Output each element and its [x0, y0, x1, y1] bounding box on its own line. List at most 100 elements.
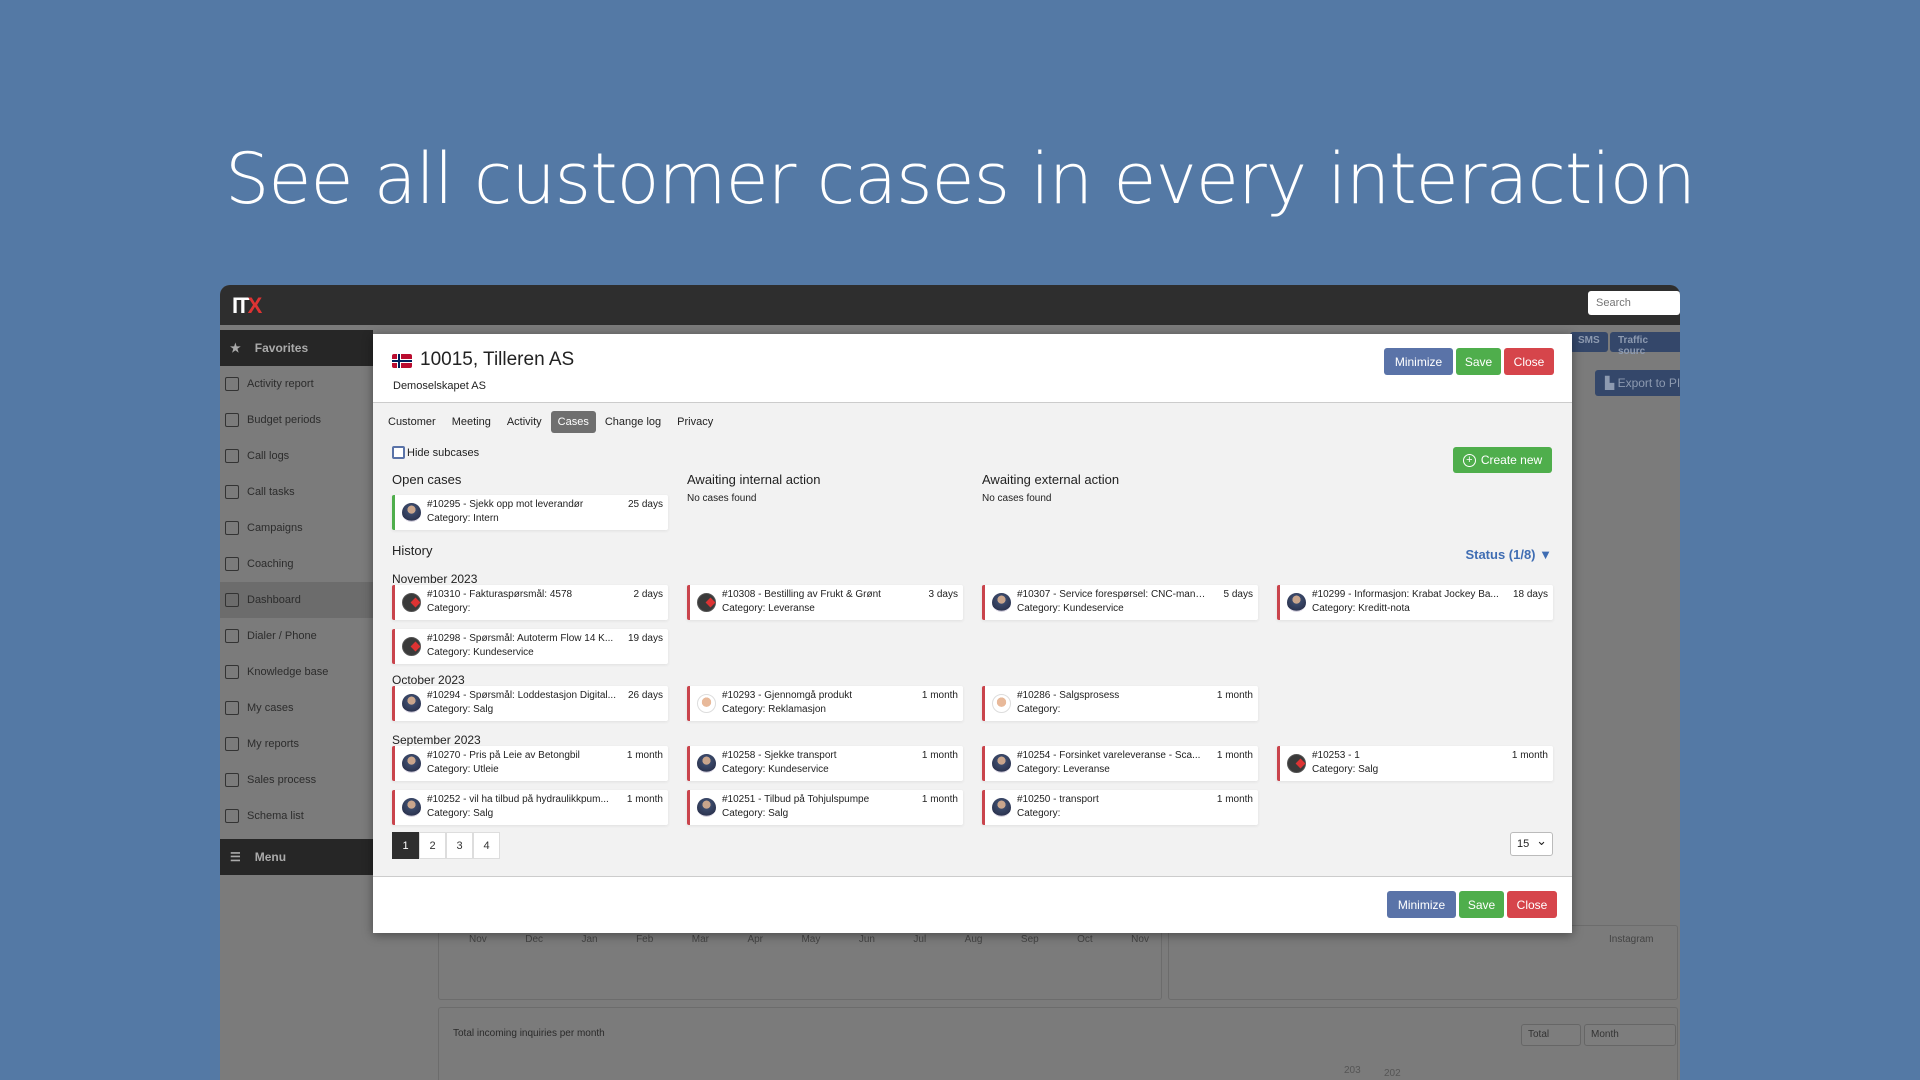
total-select[interactable]: Total	[1521, 1024, 1581, 1046]
case-card[interactable]: #10308 - Bestilling av Frukt & Grønt Cate…	[687, 585, 963, 620]
case-card[interactable]: #10310 - Fakturaspørsmål: 4578 Category: 2…	[392, 585, 668, 620]
case-card[interactable]: #10286 - Salgsprosess Category: 1 month	[982, 686, 1258, 721]
awaiting-external-heading: Awaiting external action	[982, 472, 1120, 487]
case-title[interactable]: #10295 - Sjekk opp mot leverandør	[427, 499, 617, 510]
tab-change-log[interactable]: Change log	[598, 411, 668, 433]
search-input[interactable]	[1588, 291, 1680, 315]
sidebar-item-campaigns[interactable]: Campaigns	[220, 510, 373, 546]
sidebar-item-coaching[interactable]: Coaching	[220, 546, 373, 582]
data-label: 203	[1344, 1065, 1361, 1076]
sidebar-item-label: My reports	[247, 738, 299, 750]
case-title[interactable]: #10258 - Sjekke transport	[722, 750, 912, 761]
page-1-button[interactable]: 1	[392, 832, 419, 859]
case-title[interactable]: #10293 - Gjennomgå produkt	[722, 690, 912, 701]
case-title[interactable]: #10250 - transport	[1017, 794, 1207, 805]
chart-icon	[225, 593, 239, 607]
avatar	[402, 593, 421, 612]
case-card[interactable]: #10307 - Service forespørsel: CNC-manu..…	[982, 585, 1258, 620]
tab-activity[interactable]: Activity	[500, 411, 549, 433]
case-card[interactable]: #10298 - Spørsmål: Autoterm Flow 14 K...…	[392, 629, 668, 664]
case-card[interactable]: #10253 - 1 Category: Salg 1 month	[1277, 746, 1553, 781]
case-title[interactable]: #10252 - vil ha tilbud på hydraulikkpum.…	[427, 794, 617, 805]
avatar	[402, 637, 421, 656]
tab-cases[interactable]: Cases	[550, 411, 596, 433]
case-card[interactable]: #10270 - Pris på Leie av Betongbil Catego…	[392, 746, 668, 781]
itx-logo[interactable]: ITX	[232, 293, 262, 319]
close-button[interactable]: Close	[1504, 348, 1554, 375]
case-age: 1 month	[1216, 750, 1253, 761]
page-2-button[interactable]: 2	[419, 832, 446, 859]
sidebar-item-sales-process[interactable]: Sales process	[220, 762, 373, 798]
case-title[interactable]: #10254 - Forsinket vareleveranse - Sca..…	[1017, 750, 1207, 761]
page-size-select[interactable]: 15	[1510, 832, 1553, 856]
avatar	[402, 503, 421, 522]
tab-customer[interactable]: Customer	[381, 411, 443, 433]
sidebar-item-call-logs[interactable]: Call logs	[220, 438, 373, 474]
case-title[interactable]: #10270 - Pris på Leie av Betongbil	[427, 750, 617, 761]
minimize-button[interactable]: Minimize	[1384, 348, 1453, 375]
case-card[interactable]: #10294 - Spørsmål: Loddestasjon Digital.…	[392, 686, 668, 721]
case-title[interactable]: #10310 - Fakturaspørsmål: 4578	[427, 589, 617, 600]
case-category: Category:	[1017, 704, 1061, 715]
sidebar-item-my-cases[interactable]: My cases	[220, 690, 373, 726]
case-title[interactable]: #10307 - Service forespørsel: CNC-manu..…	[1017, 589, 1207, 600]
status-filter[interactable]: Status (1/8) ▼	[1465, 547, 1552, 562]
export-button[interactable]: ▙ Export to PI	[1595, 370, 1680, 396]
case-card[interactable]: #10250 - transport Category: 1 month	[982, 790, 1258, 825]
sidebar-menu-button[interactable]: ☰ Menu	[220, 839, 373, 875]
case-card[interactable]: #10251 - Tilbud på Tohjulspumpe Category:…	[687, 790, 963, 825]
case-card[interactable]: #10258 - Sjekke transport Category: Kunde…	[687, 746, 963, 781]
sidebar-item-dashboard[interactable]: Dashboard	[220, 582, 373, 618]
create-new-button[interactable]: + Create new	[1453, 447, 1552, 473]
top-bar: ITX	[220, 285, 1680, 325]
sidebar-item-label: Dialer / Phone	[247, 630, 317, 642]
page-4-button[interactable]: 4	[473, 832, 500, 859]
sidebar-item-label: Sales process	[247, 774, 317, 786]
sidebar-item-knowledge-base[interactable]: Knowledge base	[220, 654, 373, 690]
x-tick-label: Jun	[858, 934, 875, 945]
avatar	[697, 593, 716, 612]
case-title[interactable]: #10308 - Bestilling av Frukt & Grønt	[722, 589, 912, 600]
sidebar-item-budget-periods[interactable]: Budget periods	[220, 402, 373, 438]
tab-sms[interactable]: SMS	[1570, 332, 1608, 352]
avatar	[402, 754, 421, 773]
sidebar-item-label: Campaigns	[247, 522, 303, 534]
sidebar-item-dialer-phone[interactable]: Dialer / Phone	[220, 618, 373, 654]
case-age: 1 month	[626, 794, 663, 805]
case-title[interactable]: #10294 - Spørsmål: Loddestasjon Digital.…	[427, 690, 617, 701]
save-button-footer[interactable]: Save	[1459, 891, 1504, 918]
case-category: Category: Kreditt-nota	[1312, 603, 1410, 614]
sidebar-item-label: Activity report	[247, 378, 314, 390]
pdf-icon: ▙	[1605, 376, 1618, 390]
case-category: Category: Leveranse	[1017, 764, 1110, 775]
hide-subcases-checkbox[interactable]: Hide subcases	[392, 446, 479, 459]
checkbox[interactable]	[392, 446, 405, 459]
phone-icon	[225, 485, 239, 499]
close-button-footer[interactable]: Close	[1507, 891, 1557, 918]
sidebar-favorites[interactable]: ★ Favorites	[220, 330, 373, 366]
case-card[interactable]: #10299 - Informasjon: Krabat Jockey Ba..…	[1277, 585, 1553, 620]
case-card[interactable]: #10295 - Sjekk opp mot leverandør Categor…	[392, 495, 668, 530]
case-card[interactable]: #10254 - Forsinket vareleveranse - Sca..…	[982, 746, 1258, 781]
minimize-button-footer[interactable]: Minimize	[1387, 891, 1456, 918]
case-title[interactable]: #10298 - Spørsmål: Autoterm Flow 14 K...	[427, 633, 617, 644]
tab-meeting[interactable]: Meeting	[445, 411, 498, 433]
case-title[interactable]: #10253 - 1	[1312, 750, 1502, 761]
tab-traffic-source[interactable]: Traffic sourc	[1610, 332, 1680, 357]
chart-panel: Nov Dec Jan Feb Mar Apr May Jun Jul Aug Sep Oct Nov	[438, 925, 1162, 1000]
page-3-button[interactable]: 3	[446, 832, 473, 859]
month-select[interactable]: Month	[1584, 1024, 1676, 1046]
case-card[interactable]: #10252 - vil ha tilbud på hydraulikkpum.…	[392, 790, 668, 825]
case-age: 1 month	[1216, 794, 1253, 805]
case-title[interactable]: #10286 - Salgsprosess	[1017, 690, 1207, 701]
sidebar-item-activity-report[interactable]: Activity report	[220, 366, 373, 402]
sidebar-item-my-reports[interactable]: My reports	[220, 726, 373, 762]
case-card[interactable]: #10293 - Gjennomgå produkt Category: Rekl…	[687, 686, 963, 721]
tab-privacy[interactable]: Privacy	[670, 411, 720, 433]
case-title[interactable]: #10251 - Tilbud på Tohjulspumpe	[722, 794, 912, 805]
case-title[interactable]: #10299 - Informasjon: Krabat Jockey Ba..…	[1312, 589, 1502, 600]
sidebar-item-call-tasks[interactable]: Call tasks	[220, 474, 373, 510]
sidebar-item-schema-list[interactable]: Schema list	[220, 798, 373, 834]
save-button[interactable]: Save	[1456, 348, 1501, 375]
case-category: Category: Salg	[427, 808, 494, 819]
